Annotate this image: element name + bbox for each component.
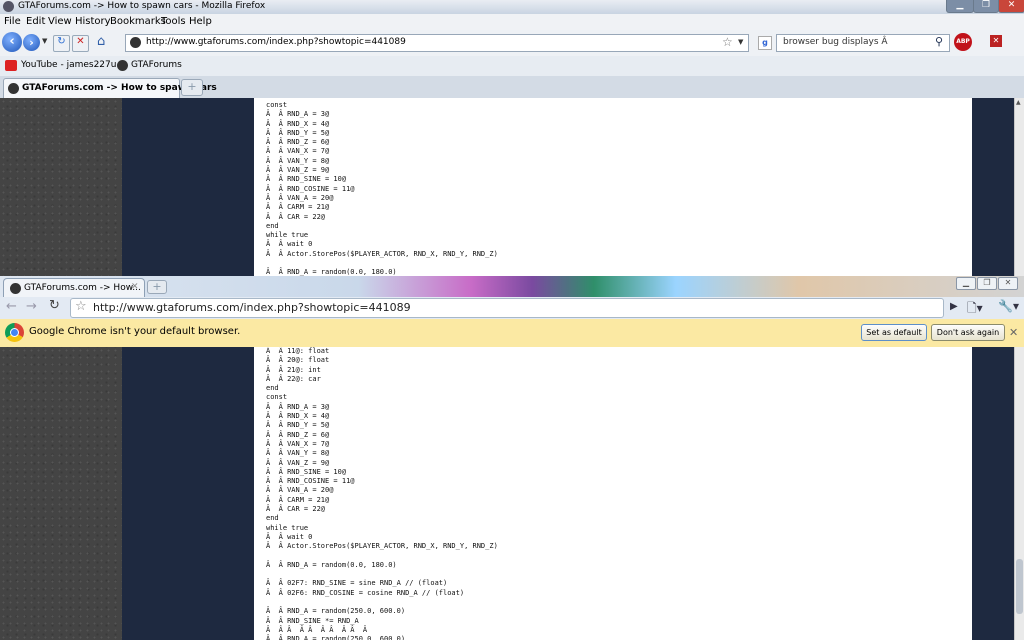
firefox-window-title: GTAForums.com -> How to spawn cars - Moz…	[18, 1, 266, 11]
site-favicon	[130, 37, 141, 48]
minimize-button[interactable]: ▁	[956, 277, 976, 290]
chrome-toolbar: ← → ↻ ☆ http://www.gtaforums.com/index.p…	[0, 297, 1024, 319]
firefox-scrollbar[interactable]: ▲	[1014, 98, 1024, 276]
back-arrow-icon[interactable]: ←	[6, 299, 17, 314]
menu-history[interactable]: History	[75, 16, 111, 27]
reload-icon[interactable]: ↻	[53, 35, 70, 52]
bookmarks-toolbar: YouTube - james227u... GTAForums	[0, 56, 1024, 76]
bookmark-youtube[interactable]: YouTube - james227u...	[21, 60, 125, 70]
post-content: Â Â 11@: float Â Â 20@: float Â Â 21@: i…	[254, 347, 972, 640]
page-left-border	[122, 98, 254, 276]
firefox-url-text: http://www.gtaforums.com/index.php?showt…	[146, 37, 406, 47]
menu-edit[interactable]: Edit	[26, 16, 45, 27]
chrome-logo-icon	[5, 323, 24, 342]
adblock-plus-icon[interactable]: ABP	[954, 33, 972, 51]
code-block: Â Â 11@: float Â Â 20@: float Â Â 21@: i…	[266, 347, 498, 640]
chrome-tab-active[interactable]: GTAForums.com -> How... ✕	[3, 278, 145, 298]
scroll-up-arrow[interactable]: ▲	[1016, 99, 1021, 106]
tab-close-icon[interactable]: ✕	[131, 282, 139, 292]
history-dropdown-icon[interactable]: ▼	[42, 37, 47, 45]
reload-icon[interactable]: ↻	[49, 298, 60, 313]
addon-icon[interactable]: ✕	[990, 35, 1002, 47]
url-dropdown-icon[interactable]: ▼	[738, 38, 743, 46]
new-tab-button[interactable]: +	[147, 280, 167, 294]
forward-arrow-icon[interactable]: →	[26, 299, 37, 314]
firefox-search-box[interactable]: browser bug displays Â ⚲	[776, 34, 950, 52]
tab-favicon	[8, 83, 19, 94]
menu-tools[interactable]: Tools	[161, 16, 186, 27]
firefox-app-icon	[3, 1, 14, 12]
wrench-menu-icon[interactable]: 🔧▾	[998, 299, 1019, 313]
stop-icon[interactable]: ✕	[72, 35, 89, 52]
chrome-tab-label: GTAForums.com -> How...	[24, 283, 141, 293]
tab-favicon	[10, 283, 21, 294]
page-right-border	[972, 98, 1014, 276]
page-left-background	[0, 347, 122, 640]
close-button[interactable]: ✕	[998, 0, 1024, 13]
page-left-background	[0, 98, 122, 276]
dont-ask-again-button[interactable]: Don't ask again	[931, 324, 1005, 341]
code-block: const Â Â RND_A = 3@ Â Â RND_X = 4@ Â Â …	[266, 101, 498, 276]
chrome-url-text: http://www.gtaforums.com/index.php?showt…	[93, 301, 411, 314]
infobar-message: Google Chrome isn't your default browser…	[29, 326, 241, 337]
firefox-title-bar: GTAForums.com -> How to spawn cars - Moz…	[0, 0, 1024, 14]
firefox-address-bar[interactable]: http://www.gtaforums.com/index.php?showt…	[125, 34, 749, 52]
go-arrow-icon[interactable]: ▶	[950, 301, 958, 312]
maximize-button[interactable]: ❐	[973, 0, 999, 13]
chrome-tab-strip: GTAForums.com -> How... ✕ + ▁ ❐ ✕	[0, 276, 1024, 298]
gtaforums-icon	[117, 60, 128, 71]
close-button[interactable]: ✕	[998, 277, 1018, 290]
chrome-omnibox[interactable]: ☆ http://www.gtaforums.com/index.php?sho…	[70, 298, 944, 318]
firefox-menu-bar: File Edit View History Bookmarks Tools H…	[0, 14, 1024, 30]
bookmark-star-icon[interactable]: ☆	[75, 299, 87, 314]
infobar-close-icon[interactable]: ✕	[1009, 326, 1018, 339]
bookmark-star-icon[interactable]: ☆	[722, 35, 733, 49]
default-browser-infobar: Google Chrome isn't your default browser…	[0, 319, 1024, 348]
search-box-value: browser bug displays Â	[783, 37, 888, 47]
page-left-border	[122, 347, 254, 640]
bookmark-gtaforums[interactable]: GTAForums	[131, 60, 182, 70]
chrome-scrollbar[interactable]	[1014, 347, 1024, 640]
post-content: const Â Â RND_A = 3@ Â Â RND_X = 4@ Â Â …	[254, 98, 972, 276]
youtube-icon	[5, 60, 17, 71]
firefox-tab-active[interactable]: GTAForums.com -> How to spawn cars	[3, 78, 217, 98]
search-icon[interactable]: ⚲	[935, 35, 943, 48]
menu-bookmarks[interactable]: Bookmarks	[110, 16, 166, 27]
search-engine-google-icon[interactable]: g	[758, 36, 772, 50]
chrome-window: GTAForums.com -> How... ✕ + ▁ ❐ ✕ ← → ↻ …	[0, 276, 1024, 640]
minimize-button[interactable]: ▁	[946, 0, 974, 13]
maximize-button[interactable]: ❐	[977, 277, 997, 290]
new-tab-button[interactable]: +	[181, 79, 203, 96]
menu-view[interactable]: View	[48, 16, 72, 27]
page-right-border	[972, 347, 1014, 640]
back-button[interactable]: ‹	[2, 32, 22, 52]
menu-help[interactable]: Help	[189, 16, 212, 27]
page-menu-icon[interactable]: 🗋▾	[967, 299, 983, 320]
home-icon[interactable]: ⌂	[97, 34, 105, 49]
scrollbar-thumb[interactable]	[1016, 559, 1023, 614]
firefox-window: GTAForums.com -> How to spawn cars - Moz…	[0, 0, 1024, 276]
forward-button[interactable]: ›	[23, 34, 40, 51]
menu-file[interactable]: File	[4, 16, 21, 27]
firefox-tab-strip: GTAForums.com -> How to spawn cars +	[0, 76, 1024, 99]
set-as-default-button[interactable]: Set as default	[861, 324, 927, 341]
firefox-navigation-bar: ‹ › ▼ ↻ ✕ ⌂ http://www.gtaforums.com/ind…	[0, 30, 1024, 56]
